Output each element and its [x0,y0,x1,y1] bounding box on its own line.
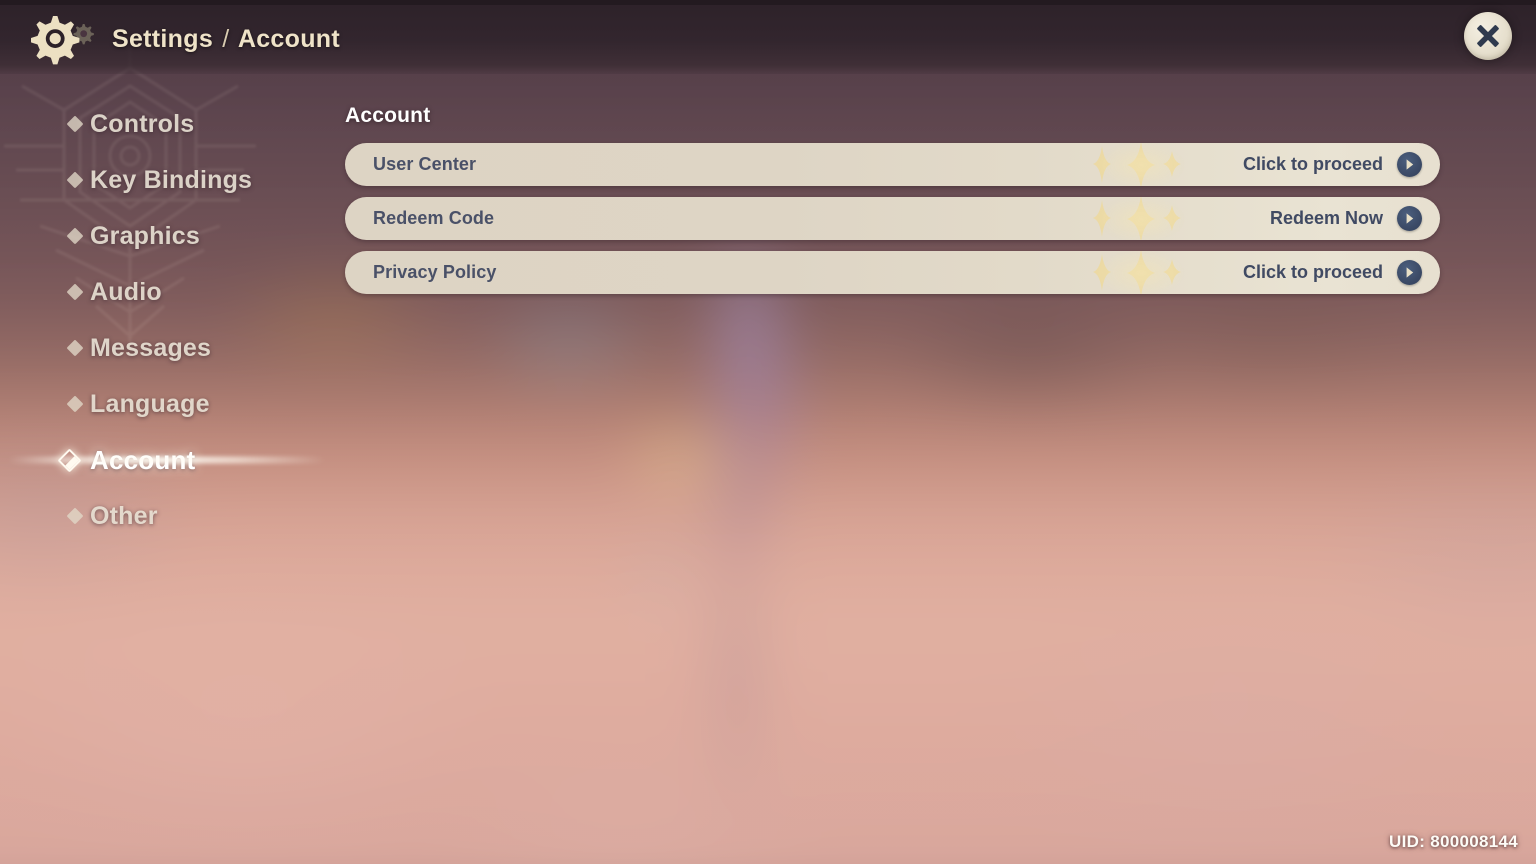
uid-label: UID: 800008144 [1389,832,1518,851]
header-bar: Settings / Account [0,0,1536,74]
diamond-bullet-icon [66,339,84,357]
sidebar-item-label: Key Bindings [90,165,253,194]
settings-row-label: User Center [373,154,477,174]
settings-content-panel: Account User Center Click to proceed Redee… [345,104,1440,305]
diamond-bullet-icon [66,227,84,245]
settings-row-action-label: Click to proceed [1242,154,1383,174]
settings-row[interactable]: Privacy Policy Click to proceed [345,251,1440,294]
sidebar-item-graphics[interactable]: Graphics [0,208,330,264]
settings-row-action-group[interactable]: Click to proceed [1243,260,1440,285]
arrow-right-icon[interactable] [1397,260,1422,285]
sidebar-item-audio[interactable]: Audio [0,264,330,320]
sidebar-item-key-bindings[interactable]: Key Bindings [0,152,330,208]
sparkle-icon [1035,251,1235,294]
diamond-bullet-icon [66,171,84,189]
settings-row-action-group[interactable]: Click to proceed [1243,152,1440,177]
settings-screen: Settings / Account Controls Key Bindings G… [0,0,1536,864]
diamond-bullet-icon [66,507,84,525]
settings-row-action-label: Click to proceed [1242,262,1383,282]
page-title: Settings / Account [112,25,340,54]
settings-row-label: Privacy Policy [373,262,497,282]
section-title: Account [345,104,431,127]
settings-row-label: Redeem Code [373,208,495,228]
settings-sidebar: Controls Key Bindings Graphics Audio Message… [0,96,330,544]
diamond-bullet-icon [66,115,84,133]
sidebar-item-controls[interactable]: Controls [0,96,330,152]
title-settings-text: Settings [112,25,214,53]
settings-row[interactable]: Redeem Code Redeem Now [345,197,1440,240]
settings-row[interactable]: User Center Click to proceed [345,143,1440,186]
sidebar-item-label: Language [90,389,210,418]
sparkle-icon [1035,143,1235,186]
sidebar-item-language[interactable]: Language [0,376,330,432]
sidebar-item-label: Messages [90,333,212,362]
header-top-strip [0,0,1536,5]
diamond-bullet-selected-icon [57,447,82,473]
sidebar-item-label: Audio [90,277,162,306]
diamond-bullet-icon [66,283,84,301]
gear-icon [31,16,94,65]
sidebar-item-account[interactable]: Account [0,432,330,488]
close-icon [1477,25,1499,47]
close-button[interactable] [1464,12,1512,60]
arrow-right-icon[interactable] [1397,152,1422,177]
title-separator: / [222,25,230,53]
sparkle-icon [1035,197,1235,240]
settings-row-action-label: Redeem Now [1269,208,1383,228]
diamond-bullet-icon [66,395,84,413]
sidebar-item-label: Graphics [90,221,200,250]
settings-row-list: User Center Click to proceed Redeem Code Re… [345,143,1440,294]
sidebar-item-label: Other [90,501,158,530]
sidebar-item-other[interactable]: Other [0,488,330,544]
sidebar-item-label: Account [90,444,196,475]
settings-row-action-group[interactable]: Redeem Now [1270,206,1440,231]
sidebar-item-messages[interactable]: Messages [0,320,330,376]
arrow-right-icon[interactable] [1397,206,1422,231]
sidebar-item-label: Controls [90,109,195,138]
title-account-text: Account [237,25,340,53]
